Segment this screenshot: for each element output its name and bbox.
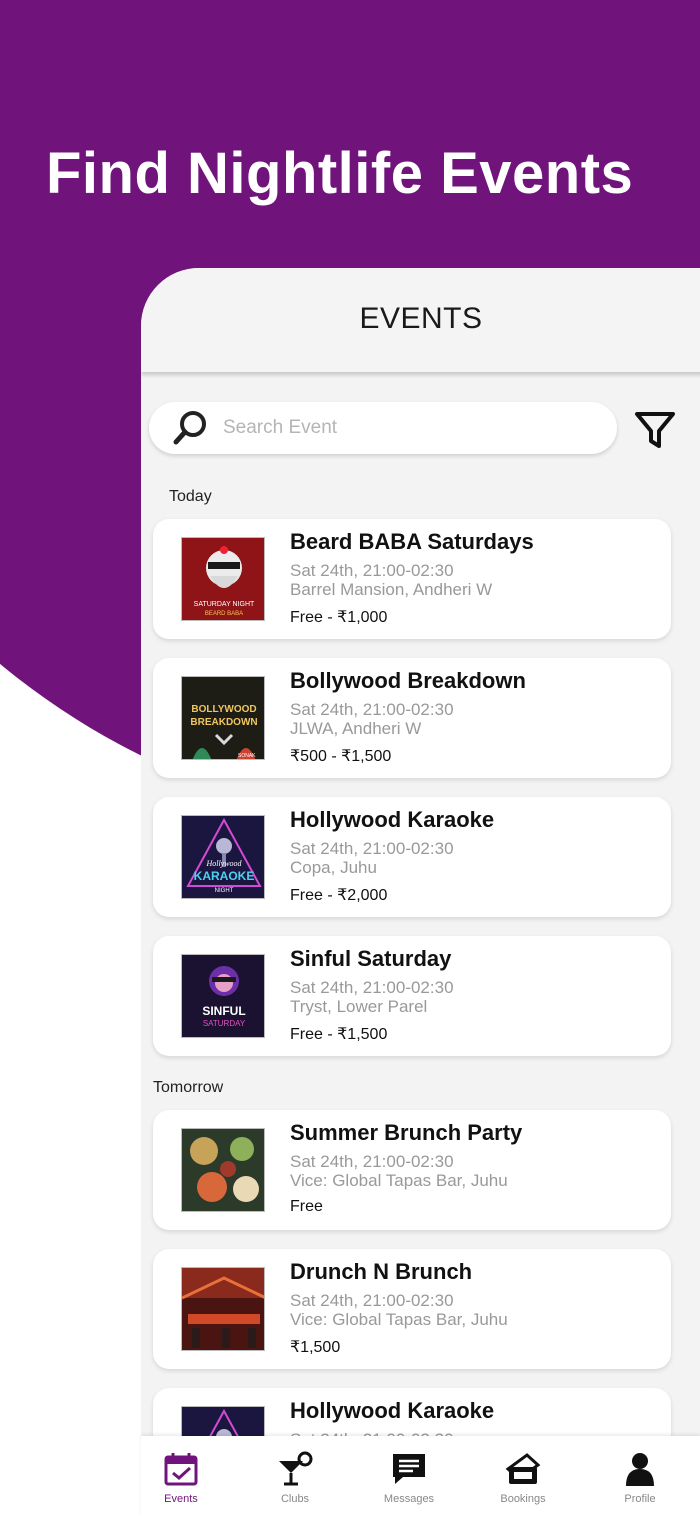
search-icon bbox=[173, 411, 206, 445]
cocktail-icon bbox=[279, 1451, 313, 1486]
event-card[interactable]: SATURDAY NIGHT BEARD BABA Beard BABA Sat… bbox=[153, 519, 671, 639]
message-icon bbox=[393, 1454, 425, 1484]
screen: Find Nightlife Events EVENTS Today bbox=[0, 0, 700, 1516]
event-poster-bollywood: BOLLYWOOD BREAKDOWN SONAK bbox=[181, 676, 265, 760]
page-title: EVENTS bbox=[359, 302, 483, 335]
nav-label: Messages bbox=[383, 1493, 435, 1505]
nav-bookings[interactable]: Bookings bbox=[473, 1436, 573, 1516]
event-venue: Copa, Juhu bbox=[290, 858, 377, 877]
event-price: Free - ₹2,000 bbox=[290, 887, 388, 904]
event-card[interactable]: BOLLYWOOD BREAKDOWN SONAK Bollywood Brea… bbox=[153, 658, 671, 778]
event-venue: Vice: Global Tapas Bar, Juhu bbox=[290, 1310, 508, 1329]
event-time: Sat 24th, 21:00-02:30 bbox=[290, 561, 454, 580]
event-card[interactable]: Summer Brunch Party Sat 24th, 21:00-02:3… bbox=[153, 1110, 671, 1230]
event-price: Free bbox=[290, 1198, 323, 1215]
event-price: ₹500 - ₹1,500 bbox=[290, 748, 392, 765]
event-title: Drunch N Brunch bbox=[290, 1259, 473, 1284]
nav-clubs[interactable]: Clubs bbox=[245, 1436, 345, 1516]
event-title: Beard BABA Saturdays bbox=[290, 529, 534, 554]
event-title: Bollywood Breakdown bbox=[290, 668, 526, 693]
nav-label: Clubs bbox=[280, 1493, 310, 1505]
event-poster-karaoke: Hollywood KARAOKE NIGHT bbox=[181, 815, 265, 899]
event-title: Sinful Saturday bbox=[290, 946, 452, 971]
event-card[interactable]: SINFUL SATURDAY Sinful Saturday Sat 24th… bbox=[153, 936, 671, 1056]
event-price: Free - ₹1,000 bbox=[290, 609, 388, 626]
event-venue: Tryst, Lower Parel bbox=[290, 997, 428, 1016]
event-time: Sat 24th, 21:00-02:30 bbox=[290, 1291, 454, 1310]
nav-messages[interactable]: Messages bbox=[359, 1436, 459, 1516]
event-price: Free - ₹1,500 bbox=[290, 1026, 388, 1043]
event-title: Summer Brunch Party bbox=[290, 1120, 523, 1145]
calendar-check-icon bbox=[164, 1453, 198, 1486]
event-time: Sat 24th, 21:00-02:30 bbox=[290, 700, 454, 719]
bottom-nav: Events Clubs Messages Bookings Profile bbox=[141, 1436, 700, 1516]
nav-profile[interactable]: Profile bbox=[590, 1436, 690, 1516]
filter-icon[interactable] bbox=[633, 408, 677, 452]
event-card[interactable]: Drunch N Brunch Sat 24th, 21:00-02:30 Vi… bbox=[153, 1249, 671, 1369]
event-poster-sinful: SINFUL SATURDAY bbox=[181, 954, 265, 1038]
poster-text: KARAOKE bbox=[194, 869, 255, 883]
event-price: ₹1,500 bbox=[290, 1339, 341, 1356]
poster-text: Hollywood bbox=[205, 859, 242, 868]
search-bar[interactable] bbox=[149, 402, 617, 454]
event-photo-drunch bbox=[181, 1267, 265, 1351]
hero-title: Find Nightlife Events bbox=[46, 141, 634, 206]
poster-text: SATURDAY NIGHT bbox=[194, 601, 255, 608]
event-photo-brunch bbox=[181, 1128, 265, 1212]
person-icon bbox=[626, 1453, 654, 1486]
poster-text: SINFUL bbox=[202, 1004, 245, 1018]
nav-events[interactable]: Events bbox=[131, 1436, 231, 1516]
poster-text: BEARD BABA bbox=[205, 611, 243, 617]
search-input[interactable] bbox=[223, 417, 583, 439]
poster-text: BOLLYWOOD bbox=[191, 704, 256, 715]
event-time: Sat 24th, 21:00-02:30 bbox=[290, 978, 454, 997]
nav-label: Bookings bbox=[500, 1493, 546, 1505]
event-title: Hollywood Karaoke bbox=[290, 807, 495, 832]
poster-text: NIGHT bbox=[215, 888, 234, 894]
event-venue: JLWA, Andheri W bbox=[290, 719, 422, 738]
phone-screen: EVENTS Today SATURDAY NIGHT bbox=[141, 268, 700, 1516]
event-time: Sat 24th, 21:00-02:30 bbox=[290, 839, 454, 858]
event-venue: Barrel Mansion, Andheri W bbox=[290, 580, 493, 599]
nav-label: Profile bbox=[624, 1493, 656, 1505]
event-time: Sat 24th, 21:00-02:30 bbox=[290, 1152, 454, 1171]
event-venue: Vice: Global Tapas Bar, Juhu bbox=[290, 1171, 508, 1190]
section-label-tomorrow: Tomorrow bbox=[153, 1079, 224, 1096]
section-label-today: Today bbox=[169, 488, 212, 505]
nav-label: Events bbox=[164, 1493, 198, 1505]
poster-text: SONAK bbox=[238, 753, 256, 759]
ticket-icon bbox=[505, 1453, 541, 1484]
event-poster-beard-baba: SATURDAY NIGHT BEARD BABA bbox=[181, 537, 265, 621]
event-card[interactable]: Hollywood KARAOKE NIGHT Hollywood Karaok… bbox=[153, 797, 671, 917]
app-bar: EVENTS bbox=[141, 268, 700, 372]
event-title: Hollywood Karaoke bbox=[290, 1398, 495, 1423]
poster-text: SATURDAY bbox=[203, 1019, 246, 1028]
poster-text: BREAKDOWN bbox=[190, 717, 257, 728]
